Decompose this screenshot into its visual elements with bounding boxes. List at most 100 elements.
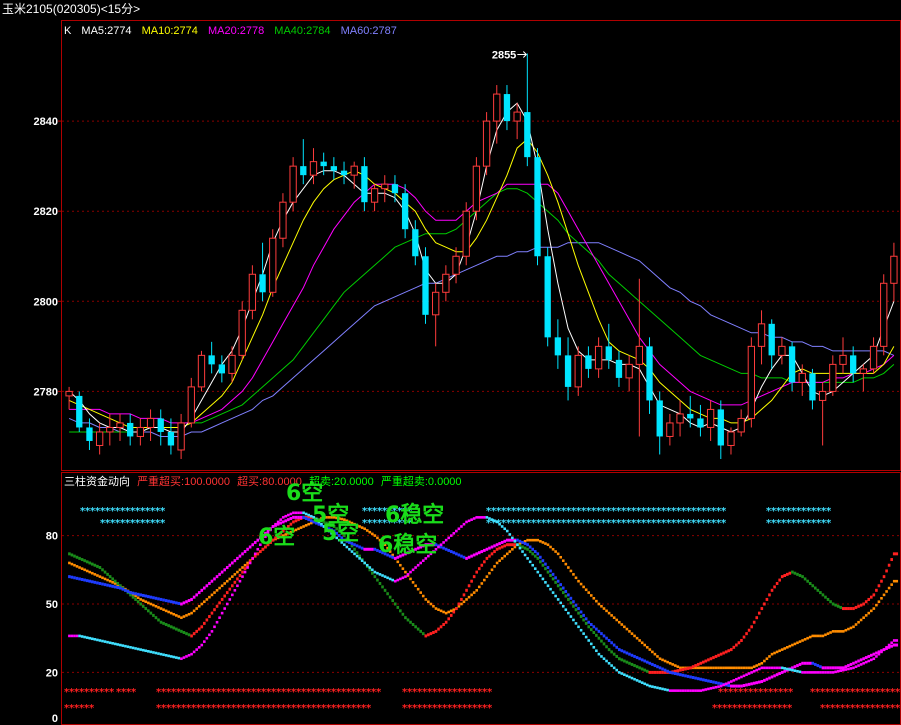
sub-dot xyxy=(862,602,865,606)
sub-dot xyxy=(745,666,748,670)
candle xyxy=(300,139,307,185)
sub-dot xyxy=(643,682,647,686)
sub-dot xyxy=(689,675,692,679)
sub-dot xyxy=(172,612,176,616)
sub-dot xyxy=(98,581,102,585)
sub-dot xyxy=(691,676,695,680)
sub-dot xyxy=(625,660,629,664)
sub-dot xyxy=(88,579,92,583)
sub-dot xyxy=(549,545,552,549)
sub-dot xyxy=(190,634,193,638)
sub-dot xyxy=(498,559,501,562)
sub-dot xyxy=(574,608,578,612)
sub-dot xyxy=(582,613,585,617)
sub-dot xyxy=(488,546,491,550)
sub-dot xyxy=(297,515,300,519)
sub-dot xyxy=(628,630,631,633)
sub-dot xyxy=(577,625,580,629)
sub-dot xyxy=(722,683,725,687)
sub-dot xyxy=(747,628,751,632)
sub-dot xyxy=(483,578,486,582)
ma10-line xyxy=(68,138,895,428)
sub-dot xyxy=(704,666,708,670)
sub-dot xyxy=(404,570,407,574)
sub-dot xyxy=(847,627,850,631)
sub-dot xyxy=(686,674,690,678)
signal-label: 6空 xyxy=(258,524,295,550)
sub-dot xyxy=(536,556,540,560)
sub-dot xyxy=(768,593,771,597)
sub-dot xyxy=(872,607,876,610)
sub-dot xyxy=(452,532,456,535)
sub-dot xyxy=(750,625,753,629)
sub-dot xyxy=(643,659,647,663)
sub-dot xyxy=(628,661,631,665)
sub-dot xyxy=(452,551,456,555)
sub-dot xyxy=(251,557,254,560)
sub-dot xyxy=(600,639,603,643)
sub-dot xyxy=(796,664,799,668)
sub-dot xyxy=(673,689,677,692)
sub-dot xyxy=(572,573,575,576)
sub-dot xyxy=(696,666,700,670)
sub-dot xyxy=(353,552,356,556)
sub-dot xyxy=(182,656,186,659)
sub-dot xyxy=(68,561,71,565)
sub-dot xyxy=(70,634,74,638)
sub-dot xyxy=(424,634,428,638)
sub-dot xyxy=(872,593,876,597)
candle-body xyxy=(706,408,715,428)
sub-dot xyxy=(182,601,186,605)
sub-dot xyxy=(523,542,527,546)
sub-dot xyxy=(668,661,672,665)
sub-dot xyxy=(241,575,244,578)
sub-dot xyxy=(513,540,517,543)
sub-dot xyxy=(80,577,84,581)
sub-dot xyxy=(241,566,244,569)
sub-dot xyxy=(147,650,150,653)
sub-dot xyxy=(564,608,568,611)
candle-body xyxy=(809,373,816,401)
sub-dot xyxy=(83,568,86,572)
sub-dot xyxy=(493,550,496,554)
sub-dot xyxy=(210,579,214,583)
sub-dot xyxy=(602,657,606,661)
sub-dot xyxy=(73,576,76,580)
sub-dot xyxy=(796,572,799,576)
candle xyxy=(381,175,389,203)
candle xyxy=(116,413,124,441)
sub-dot xyxy=(869,595,873,599)
sub-dot xyxy=(287,518,290,522)
sub-dot xyxy=(416,627,420,631)
sub-dot xyxy=(83,578,86,582)
sub-dot xyxy=(679,668,682,672)
sub-dot xyxy=(449,613,453,617)
sub-dot xyxy=(882,575,886,579)
sub-dot xyxy=(419,561,423,565)
sub-dot xyxy=(834,666,837,670)
sub-dot xyxy=(434,629,438,633)
sub-dot xyxy=(656,686,659,690)
candle-body xyxy=(646,346,653,401)
sub-dot xyxy=(651,662,654,666)
sub-dot xyxy=(847,667,850,671)
sub-dot xyxy=(801,575,804,579)
sub-dot xyxy=(139,602,142,606)
sub-dot xyxy=(533,567,537,570)
sub-dot xyxy=(355,551,359,555)
sub-dot xyxy=(368,530,372,534)
sub-dot xyxy=(556,598,560,601)
sub-dot xyxy=(218,572,221,576)
sub-dot xyxy=(129,646,132,649)
sub-dot xyxy=(154,604,158,608)
sub-dot xyxy=(238,579,242,583)
sub-dot xyxy=(773,666,776,670)
sub-dot xyxy=(243,567,247,571)
candle xyxy=(706,400,715,441)
sub-dot xyxy=(131,595,135,599)
sub-dot xyxy=(152,613,155,617)
sub-dot xyxy=(549,574,552,577)
candle xyxy=(850,346,857,383)
chart-canvas[interactable]: 28402820280027808050200 * * * * * * * * * * * * * * * *… xyxy=(0,0,901,725)
sub-dot xyxy=(203,621,206,625)
